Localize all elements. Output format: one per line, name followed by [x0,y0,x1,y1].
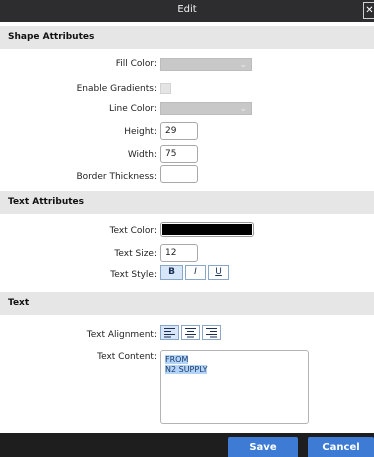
height-label: Height: [124,127,157,137]
align-left-button[interactable] [160,325,179,340]
width-label: Width: [127,150,157,160]
cancel-button[interactable]: Cancel [308,437,374,457]
text-alignment-group [160,325,223,340]
section-header-text-attributes: Text Attributes [0,191,374,214]
text-style-group: B I U [160,265,231,280]
fill-color-label: Fill Color: [115,59,157,69]
text-color-picker[interactable] [160,222,254,237]
title-bar: Edit ✕ [0,0,374,22]
section-header-text: Text [0,292,374,315]
height-input[interactable]: 29 [160,122,198,140]
italic-button[interactable]: I [185,265,206,280]
width-input[interactable]: 75 [160,145,198,163]
align-left-icon [163,327,177,340]
text-content-label: Text Content: [97,352,157,362]
border-thickness-label: Border Thickness: [76,172,157,182]
bold-button[interactable]: B [160,265,183,280]
underline-button[interactable]: U [208,265,229,280]
align-right-button[interactable] [202,325,221,340]
fill-color-select[interactable]: ⌄ [160,58,252,71]
text-style-label: Text Style: [110,270,157,280]
enable-gradients-label: Enable Gradients: [76,84,157,94]
text-content-line-1: FROM [165,355,189,364]
border-thickness-input[interactable] [160,165,198,183]
line-color-label: Line Color: [109,104,157,114]
text-size-input[interactable]: 12 [160,244,198,262]
text-alignment-label: Text Alignment: [86,330,157,340]
align-center-button[interactable] [181,325,200,340]
text-color-label: Text Color: [109,226,157,236]
text-content-line-2: N2 SUPPLY [165,365,208,374]
dialog-footer: Save Cancel [0,433,374,457]
save-button[interactable]: Save [228,437,298,457]
chevron-down-icon: ⌄ [239,104,247,114]
enable-gradients-checkbox[interactable] [160,83,171,94]
close-button[interactable]: ✕ [363,2,374,19]
text-color-swatch [162,224,252,235]
align-right-icon [205,327,219,340]
section-header-shape-attributes: Shape Attributes [0,26,374,49]
text-size-label: Text Size: [114,249,157,259]
window-title: Edit [177,4,197,15]
text-content-textarea[interactable]: FROM N2 SUPPLY [160,350,309,424]
close-icon: ✕ [365,5,374,16]
line-color-select[interactable]: ⌄ [160,102,252,115]
chevron-down-icon: ⌄ [239,60,247,70]
align-center-icon [184,327,198,340]
